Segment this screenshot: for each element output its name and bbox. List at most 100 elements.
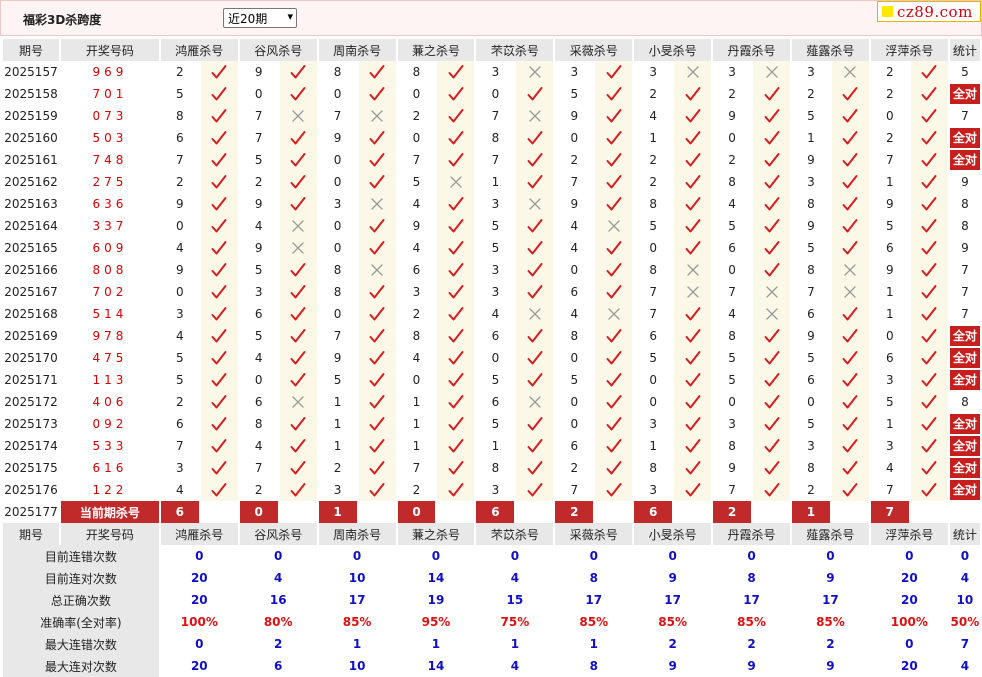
col-header-expert: 小旻杀号 [634, 523, 712, 545]
stats-total: 50% [949, 611, 980, 633]
result-correct [595, 391, 633, 413]
col-header-issue: 期号 [3, 523, 59, 545]
check-icon [290, 329, 306, 343]
stats-value: 8 [555, 567, 633, 589]
correct-count: 5 [961, 65, 969, 79]
check-icon [921, 109, 937, 123]
stats-total: 7 [949, 633, 980, 655]
result-wrong [279, 237, 317, 259]
stats-row: 目前连错次数 0 0 0 0 0 0 0 0 0 0 0 [3, 545, 980, 567]
check-icon [211, 131, 227, 145]
check-icon [921, 263, 937, 277]
kill-number: 3 [713, 61, 752, 83]
result-correct [437, 391, 475, 413]
all-correct-badge: 全对 [949, 370, 980, 390]
check-icon [448, 263, 464, 277]
result-correct [358, 435, 396, 457]
stats-value: 1 [476, 633, 554, 655]
current-kill-number: 1 [318, 501, 357, 523]
result-correct [674, 237, 712, 259]
result-correct [279, 171, 317, 193]
result-correct [910, 347, 948, 369]
kill-number: 3 [870, 435, 909, 457]
cross-icon [844, 66, 857, 78]
kill-number: 7 [318, 325, 357, 347]
check-icon [842, 483, 858, 497]
table-row: 2025167 702 0 3 8 3 3 6 7 7 7 1 7 [3, 281, 980, 303]
check-icon [764, 483, 779, 497]
stats-value: 75% [476, 611, 554, 633]
kill-number: 2 [555, 149, 594, 171]
current-kill-number: 7 [870, 501, 909, 523]
check-icon [211, 87, 227, 101]
result-wrong [516, 61, 554, 83]
check-icon [606, 153, 622, 167]
top-bar: 福彩3D杀跨度 近20期 ▾ [0, 0, 982, 36]
result-correct [279, 149, 317, 171]
check-icon [842, 351, 858, 365]
current-kill-number: 6 [476, 501, 515, 523]
stats-value: 0 [791, 545, 869, 567]
result-correct [437, 127, 475, 149]
draw-numbers: 092 [60, 413, 159, 435]
check-icon [527, 219, 543, 233]
check-icon [448, 373, 464, 387]
stats-row: 总正确次数 20 16 17 19 15 17 17 17 17 20 10 [3, 589, 980, 611]
kill-number: 0 [555, 413, 594, 435]
result-correct [831, 171, 869, 193]
check-icon [606, 461, 622, 475]
check-icon [685, 307, 701, 321]
stats-value: 17 [318, 589, 396, 611]
cross-icon [686, 66, 699, 78]
table-row: 2025158 701 5 0 0 0 0 5 2 2 2 2 全对 [3, 83, 980, 105]
check-icon [921, 131, 937, 145]
result-correct [674, 83, 712, 105]
kill-number: 1 [318, 435, 357, 457]
kill-number: 7 [318, 105, 357, 127]
check-icon [606, 417, 622, 431]
check-icon [764, 461, 779, 475]
kill-number: 6 [791, 303, 830, 325]
result-correct [910, 369, 948, 391]
result-correct [279, 347, 317, 369]
col-header-expert: 芣苡杀号 [476, 523, 554, 545]
kill-number: 2 [397, 479, 436, 501]
row-stat: 全对 [949, 435, 980, 457]
result-correct [595, 259, 633, 281]
result-correct [595, 457, 633, 479]
period-select[interactable]: 近20期 ▾ [223, 8, 297, 28]
result-correct [753, 171, 790, 193]
stats-value: 85% [791, 611, 869, 633]
kill-number: 3 [476, 193, 515, 215]
issue-number: 2025175 [3, 457, 59, 479]
check-icon [369, 65, 385, 79]
row-stat: 全对 [949, 413, 980, 435]
kill-number: 8 [713, 435, 752, 457]
kill-number: 6 [791, 369, 830, 391]
kill-number: 5 [713, 369, 752, 391]
result-correct [200, 435, 238, 457]
kill-number: 4 [634, 105, 673, 127]
stats-value: 16 [239, 589, 317, 611]
stats-value: 95% [397, 611, 475, 633]
current-kill-spacer [516, 501, 554, 523]
check-icon [527, 87, 543, 101]
current-period-row: 2025177 当前期杀号 6 0 1 0 6 2 6 2 1 7 [3, 501, 980, 523]
stats-value: 20 [870, 589, 948, 611]
check-icon [211, 175, 227, 189]
kill-number: 2 [791, 479, 830, 501]
stats-label: 总正确次数 [3, 589, 159, 611]
result-correct [358, 347, 396, 369]
kill-number: 4 [160, 325, 199, 347]
result-wrong [674, 259, 712, 281]
check-icon [921, 65, 937, 79]
check-icon [527, 131, 543, 145]
cross-icon [686, 286, 699, 298]
site-logo[interactable]: cz89.com [877, 1, 981, 22]
all-correct-badge: 全对 [949, 414, 980, 434]
draw-numbers: 122 [60, 479, 159, 501]
kill-number: 4 [713, 303, 752, 325]
kill-number: 9 [239, 237, 278, 259]
stats-label: 目前连对次数 [3, 567, 159, 589]
check-icon [764, 417, 779, 431]
